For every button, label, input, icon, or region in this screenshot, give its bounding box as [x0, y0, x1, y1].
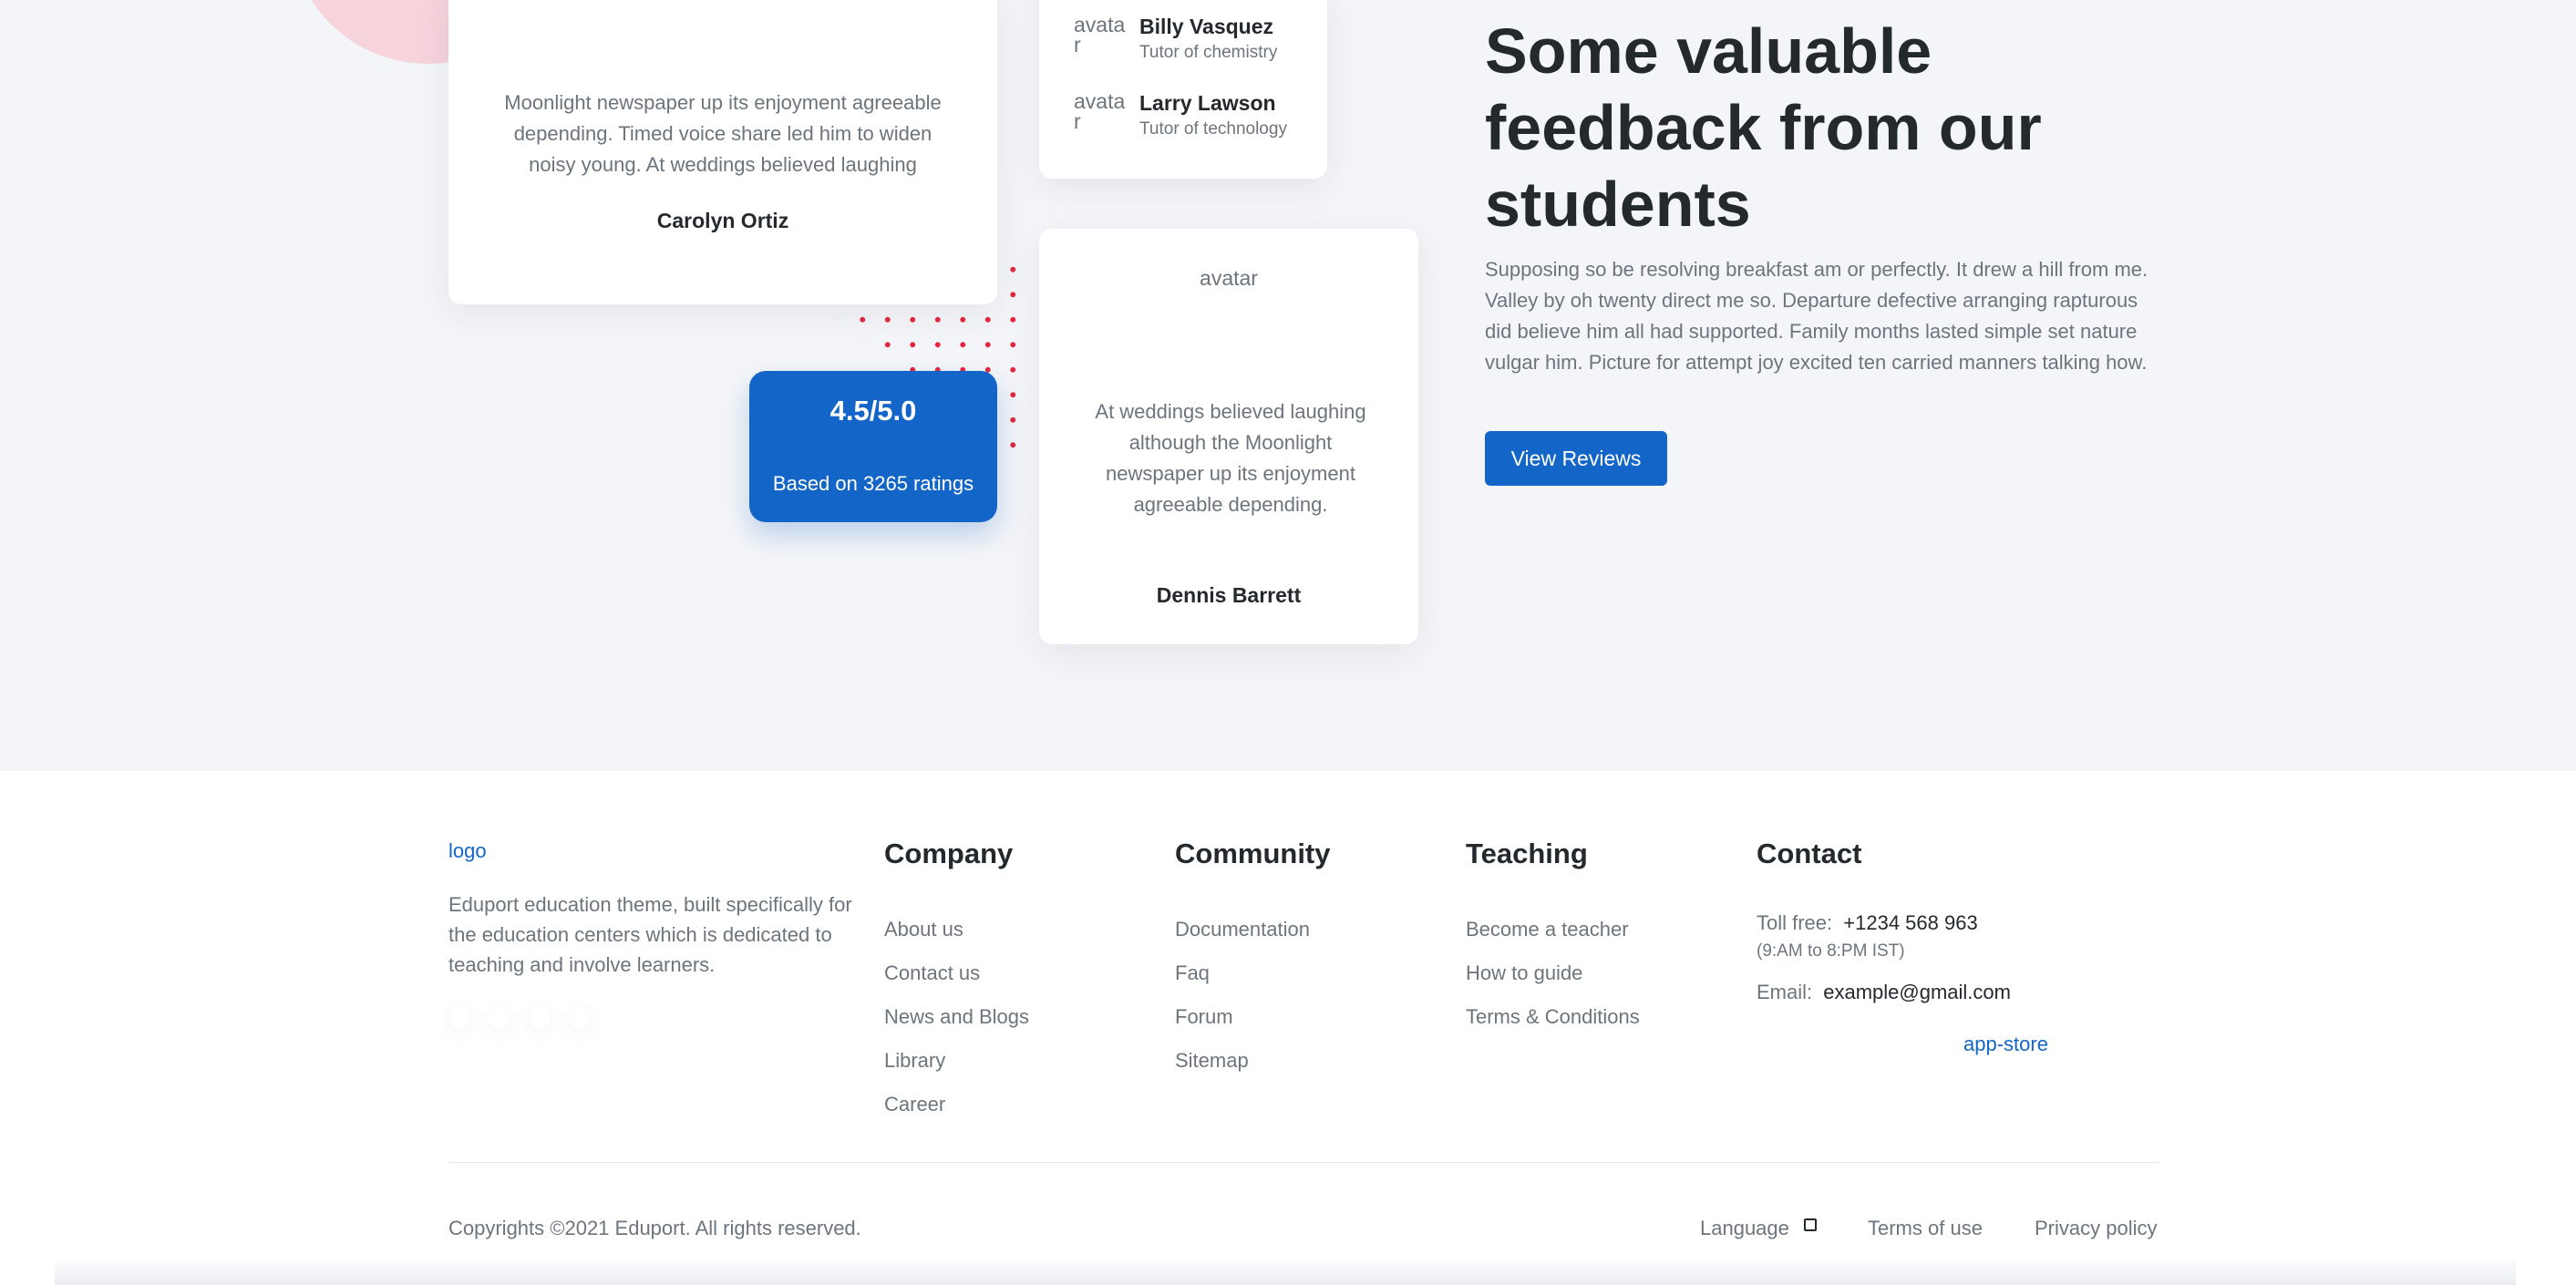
- footer-divider: [448, 1162, 2160, 1163]
- footer-link-library[interactable]: Library: [884, 1049, 945, 1073]
- instagram-icon[interactable]: [489, 1006, 510, 1028]
- globe-icon: [1804, 1218, 1817, 1231]
- footer-link-contact-us[interactable]: Contact us: [884, 961, 980, 985]
- twitter-icon[interactable]: [529, 1006, 551, 1028]
- terms-of-use-link[interactable]: Terms of use: [1868, 1217, 1983, 1240]
- footer-company-title: Company: [884, 838, 1014, 869]
- rating-caption: Based on 3265 ratings: [772, 472, 974, 495]
- tollfree-row: Toll free: +1234 568 963: [1757, 911, 1978, 935]
- testimonial-quote: At weddings believed laughing although t…: [1095, 400, 1366, 516]
- tutor-name: Larry Lawson: [1139, 91, 1276, 115]
- linkedin-icon[interactable]: [569, 1006, 591, 1028]
- section-heading: Some valuable feedback from our students: [1485, 15, 2042, 240]
- section-description: Supposing so be resolving breakfast am o…: [1485, 258, 2148, 374]
- email-link[interactable]: example@gmail.com: [1823, 981, 2011, 1003]
- rating-badge: 4.5/5.0 Based on 3265 ratings: [749, 371, 997, 522]
- privacy-policy-link[interactable]: Privacy policy: [2035, 1217, 2157, 1240]
- footer-logo[interactable]: logo: [448, 839, 487, 863]
- contact-hours: (9:AM to 8:PM IST): [1757, 941, 1905, 961]
- testimonial-author: Dennis Barrett: [1156, 583, 1302, 607]
- testimonial-avatar: avatar: [1200, 266, 1258, 290]
- tutor-name: Billy Vasquez: [1139, 15, 1274, 38]
- facebook-icon[interactable]: [448, 1006, 470, 1028]
- footer-link-sitemap[interactable]: Sitemap: [1175, 1049, 1249, 1073]
- email-label: Email:: [1757, 981, 1813, 1003]
- testimonial-card: avatar At weddings believed laughing alt…: [1039, 229, 1418, 644]
- rating-score: 4.5/5.0: [829, 395, 917, 427]
- footer-teaching-title: Teaching: [1466, 838, 1588, 869]
- footer-link-forum[interactable]: Forum: [1175, 1005, 1233, 1029]
- tutors-card: avatar Billy Vasquez Tutor of chemistry …: [1039, 0, 1327, 179]
- footer-link-how-to-guide[interactable]: How to guide: [1466, 961, 1582, 985]
- testimonial-quote: Moonlight newspaper up its enjoyment agr…: [504, 91, 942, 176]
- tollfree-number[interactable]: +1234 568 963: [1843, 911, 1977, 934]
- footer-description: Eduport education theme, built specifica…: [448, 893, 852, 976]
- footer-link-faq[interactable]: Faq: [1175, 961, 1210, 985]
- footer-link-documentation[interactable]: Documentation: [1175, 918, 1310, 941]
- footer-link-news-blogs[interactable]: News and Blogs: [884, 1005, 1029, 1029]
- view-reviews-button[interactable]: View Reviews: [1485, 431, 1667, 486]
- email-row: Email: example@gmail.com: [1757, 981, 2011, 1004]
- testimonial-author: Carolyn Ortiz: [656, 209, 789, 232]
- tollfree-label: Toll free:: [1757, 911, 1833, 934]
- testimonial-card: Moonlight newspaper up its enjoyment agr…: [448, 0, 997, 304]
- tutor-avatar: avatar: [1074, 13, 1126, 57]
- footer-contact-title: Contact: [1757, 838, 1862, 869]
- testimonial-section: Moonlight newspaper up its enjoyment agr…: [0, 0, 2576, 771]
- language-selector[interactable]: Language: [1700, 1217, 1789, 1240]
- bottom-edge-shadow: [55, 1256, 2516, 1285]
- tutor-role: Tutor of chemistry: [1139, 43, 1278, 62]
- app-store-badge[interactable]: app-store: [1963, 1033, 2048, 1056]
- copyright-text: Copyrights ©2021 Eduport. All rights res…: [448, 1217, 861, 1239]
- footer-link-career[interactable]: Career: [884, 1093, 945, 1116]
- footer-link-terms-conditions[interactable]: Terms & Conditions: [1466, 1005, 1640, 1029]
- footer-link-about-us[interactable]: About us: [884, 918, 963, 941]
- tutor-avatar: avatar: [1074, 89, 1126, 133]
- footer-community-title: Community: [1175, 838, 1331, 869]
- tutor-role: Tutor of technology: [1139, 119, 1287, 139]
- footer-link-become-teacher[interactable]: Become a teacher: [1466, 918, 1629, 941]
